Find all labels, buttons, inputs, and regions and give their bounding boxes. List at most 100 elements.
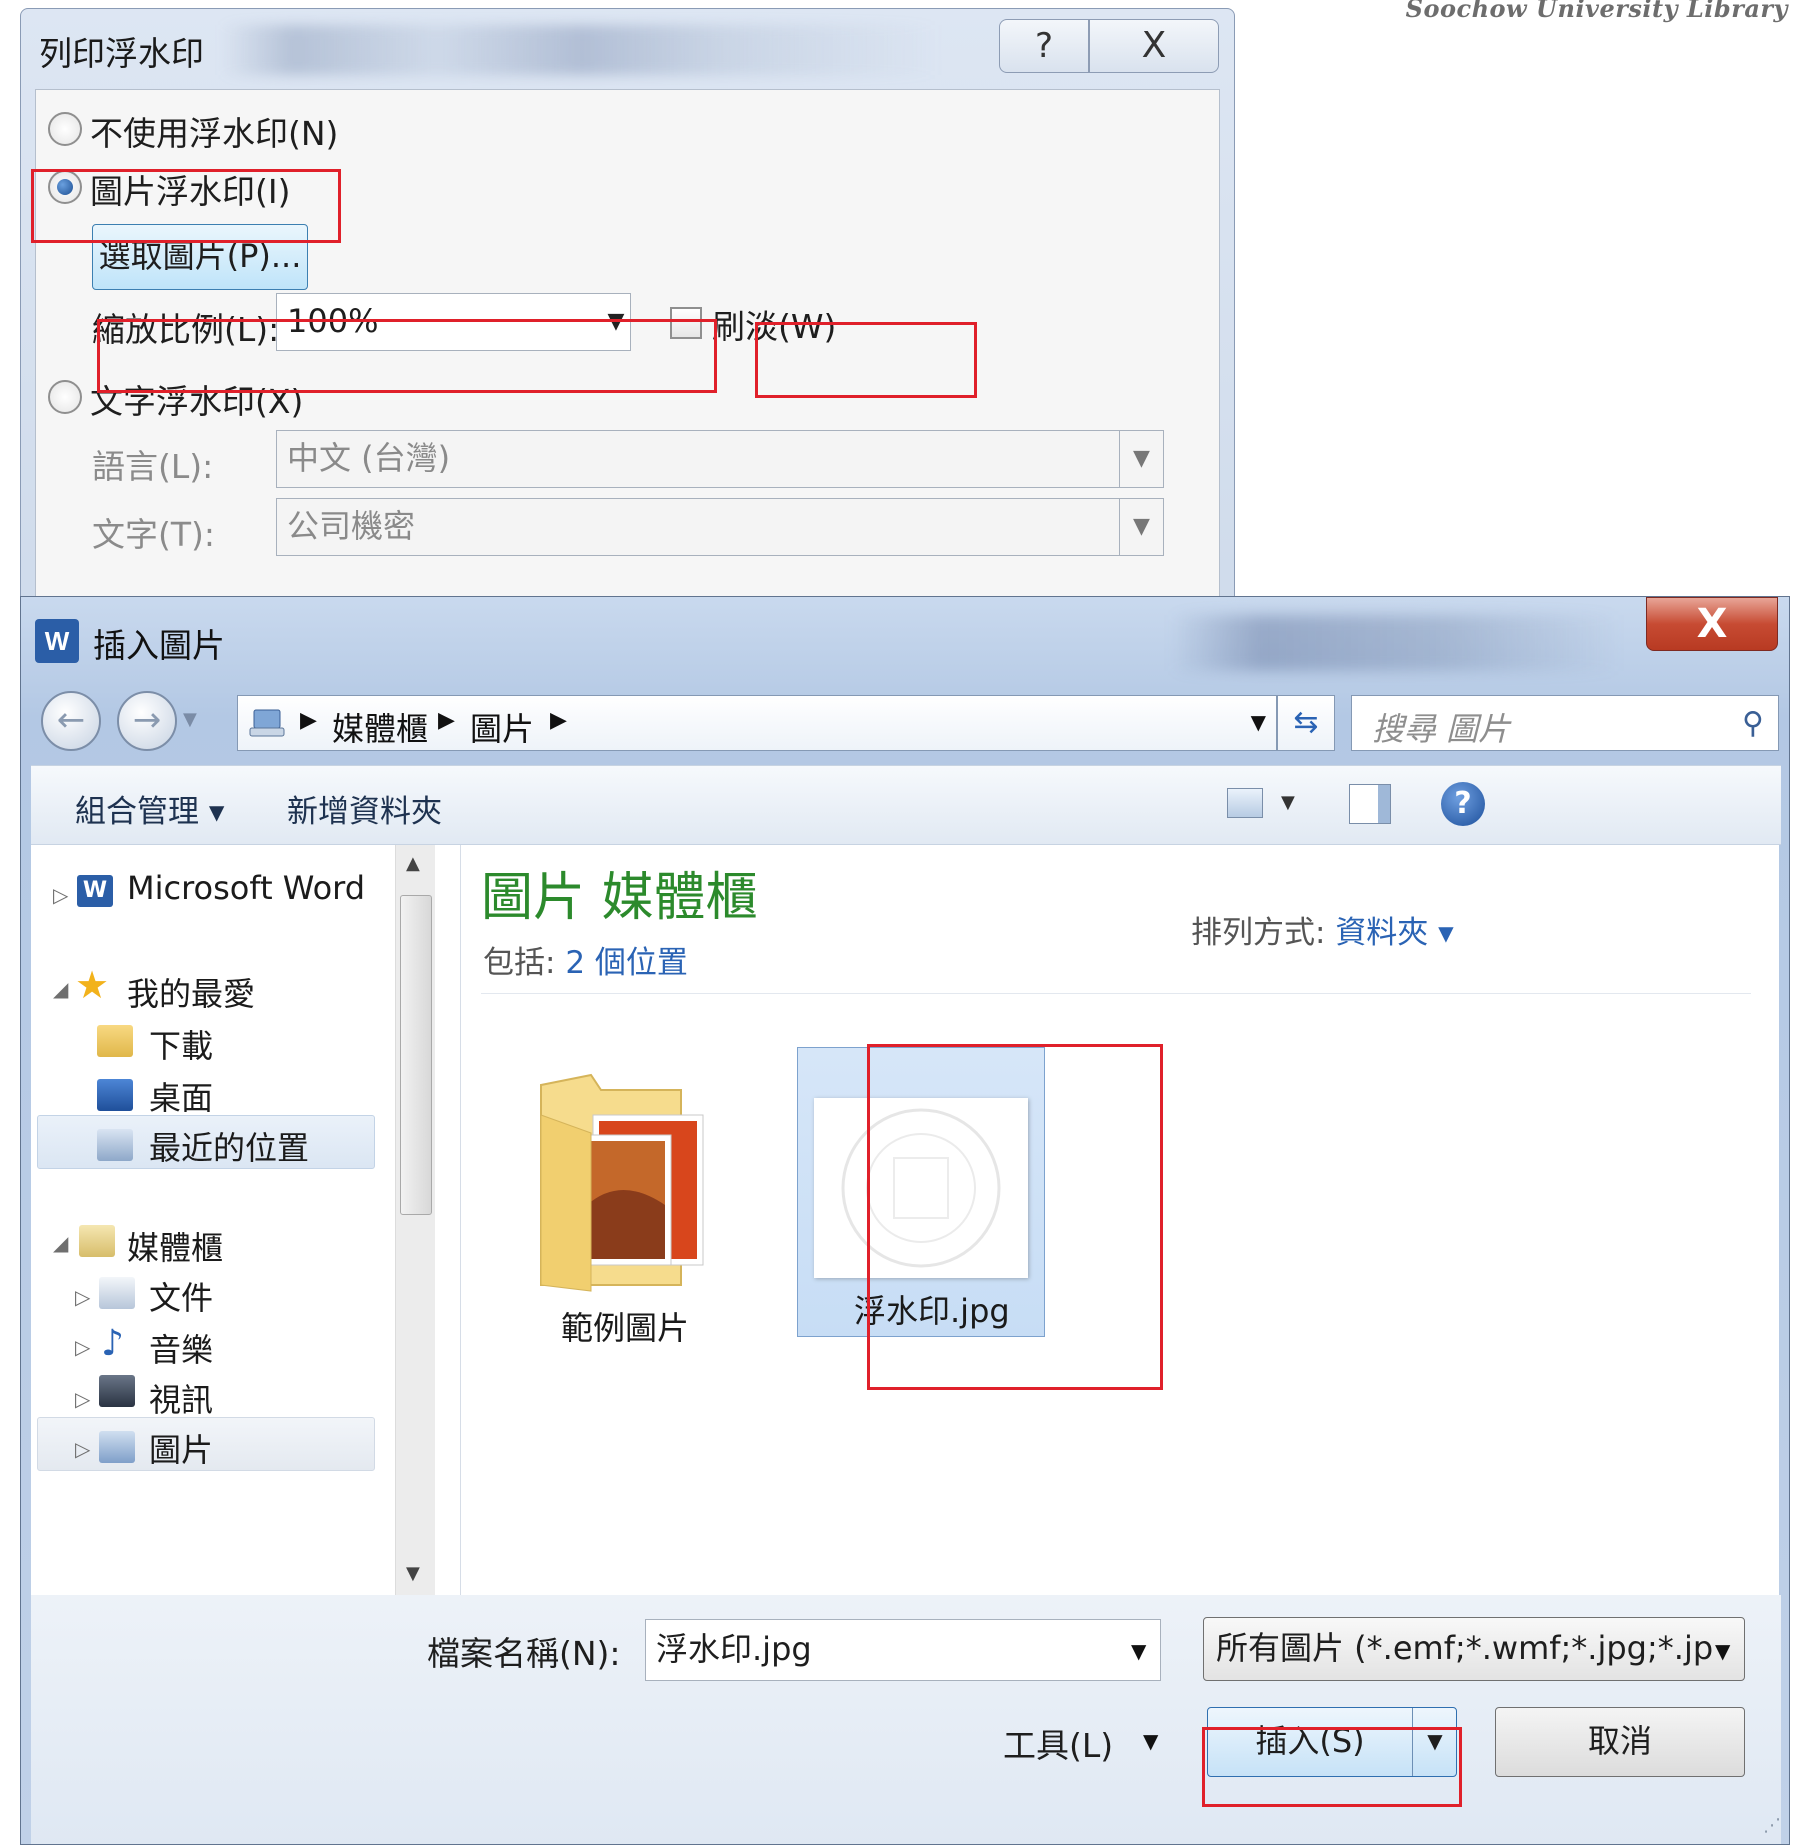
videos-icon <box>99 1375 135 1407</box>
view-icon[interactable] <box>1227 788 1263 818</box>
includes-locations-link[interactable]: 2 個位置 <box>565 945 688 981</box>
nav-item-desktop[interactable]: 桌面 <box>149 1073 213 1119</box>
breadcrumb-separator-icon: ▶ <box>438 708 455 733</box>
help-icon[interactable]: ? <box>1441 782 1485 826</box>
cancel-button[interactable]: 取消 <box>1495 1707 1745 1777</box>
filename-input[interactable]: 浮水印.jpg <box>645 1619 1161 1681</box>
filetype-select[interactable]: 所有圖片 (*.emf;*.wmf;*.jpg;*.jp <box>1203 1617 1745 1681</box>
no-watermark-radio[interactable] <box>48 112 82 146</box>
nav-item-pictures[interactable]: 圖片 <box>149 1425 213 1471</box>
search-icon[interactable]: ⚲ <box>1742 706 1764 741</box>
select-picture-button[interactable]: 選取圖片(P)... <box>92 224 308 290</box>
image-thumbnail <box>814 1098 1028 1278</box>
nav-item-libraries[interactable]: 媒體櫃 <box>127 1223 223 1269</box>
scale-dropdown-arrow[interactable]: ▼ <box>596 294 636 350</box>
blurred-title-area <box>221 25 941 75</box>
tools-dropdown-icon[interactable]: ▼ <box>1143 1729 1158 1753</box>
scroll-up-icon[interactable]: ▲ <box>406 853 420 874</box>
pictures-icon <box>99 1431 135 1463</box>
view-dropdown-icon[interactable]: ▼ <box>1281 792 1295 813</box>
forward-arrow-icon: → <box>132 700 162 740</box>
insert-button[interactable]: 插入(S) ▼ <box>1207 1707 1457 1777</box>
insert-picture-dialog: W 插入圖片 X ← → ▼ ▶ 媒體櫃 ▶ 圖片 ▶ ▼ ⇆ 搜尋 圖片 ⚲ … <box>20 596 1790 1845</box>
filename-label: 檔案名稱(N): <box>427 1634 621 1673</box>
file-list-pane: 圖片 媒體櫃 包括: 2 個位置 排列方式: 資料夾 ▾ 範例圖片 浮水印.jp… <box>461 845 1779 1595</box>
nav-item-downloads[interactable]: 下載 <box>149 1021 213 1067</box>
text-select[interactable]: 公司機密 <box>276 498 1164 556</box>
navigation-pane: ▷ W Microsoft Word ◢ ★ 我的最愛 下載 桌面 最近的位置 … <box>31 845 461 1595</box>
sort-control: 排列方式: 資料夾 ▾ <box>1191 907 1454 952</box>
breadcrumb-pictures[interactable]: 圖片 <box>470 704 534 750</box>
forward-button[interactable]: → <box>117 691 177 751</box>
text-watermark-radio[interactable] <box>48 380 82 414</box>
collapse-icon[interactable]: ◢ <box>53 977 68 1001</box>
nav-item-microsoft-word[interactable]: Microsoft Word <box>127 869 365 907</box>
close-button[interactable]: X <box>1646 597 1778 651</box>
recent-pages-dropdown[interactable]: ▼ <box>183 709 197 730</box>
filetype-dropdown-icon[interactable]: ▼ <box>1715 1639 1730 1663</box>
scroll-thumb[interactable] <box>400 895 432 1215</box>
search-box[interactable]: 搜尋 圖片 ⚲ <box>1351 695 1779 751</box>
file-item-watermark-jpg[interactable]: 浮水印.jpg <box>797 1047 1045 1337</box>
library-includes: 包括: 2 個位置 <box>483 937 688 982</box>
filename-dropdown-icon[interactable]: ▼ <box>1131 1639 1146 1663</box>
address-dropdown-icon[interactable]: ▼ <box>1251 710 1266 734</box>
collapse-icon[interactable]: ◢ <box>53 1231 68 1255</box>
insert-options-dropdown-icon[interactable]: ▼ <box>1412 1708 1457 1776</box>
dialog-footer: 檔案名稱(N): 浮水印.jpg ▼ 所有圖片 (*.emf;*.wmf;*.j… <box>31 1595 1781 1844</box>
nav-item-favorites[interactable]: 我的最愛 <box>127 969 255 1015</box>
washout-label: 刷淡(W) <box>712 307 837 346</box>
desktop-icon <box>97 1079 133 1111</box>
organize-menu[interactable]: 組合管理 ▾ <box>75 786 224 831</box>
header-divider <box>481 993 1751 994</box>
text-dropdown-arrow[interactable]: ▼ <box>1119 499 1163 555</box>
star-icon: ★ <box>75 963 110 1007</box>
expand-icon[interactable]: ▷ <box>75 1437 90 1461</box>
scroll-down-icon[interactable]: ▼ <box>406 1563 420 1584</box>
insert-dialog-title: 插入圖片 <box>93 626 225 665</box>
picture-watermark-label: 圖片浮水印(I) <box>90 172 291 211</box>
nav-item-videos[interactable]: 視訊 <box>149 1375 213 1421</box>
back-button[interactable]: ← <box>41 691 101 751</box>
print-dialog-title: 列印浮水印 <box>39 34 204 73</box>
computer-icon <box>248 706 288 740</box>
nav-item-music[interactable]: 音樂 <box>149 1325 213 1371</box>
help-button[interactable]: ? <box>999 19 1089 73</box>
language-dropdown-arrow[interactable]: ▼ <box>1119 431 1163 487</box>
word-app-icon: W <box>35 619 79 663</box>
breadcrumb-libraries[interactable]: 媒體櫃 <box>332 704 428 750</box>
sort-label: 排列方式: <box>1191 915 1326 951</box>
nav-scrollbar[interactable]: ▲ ▼ <box>395 845 435 1595</box>
search-placeholder: 搜尋 圖片 <box>1372 710 1511 748</box>
word-icon: W <box>77 875 113 907</box>
expand-icon[interactable]: ▷ <box>75 1285 90 1309</box>
expand-icon[interactable]: ▷ <box>53 883 68 907</box>
refresh-button[interactable]: ⇆ <box>1277 695 1335 751</box>
picture-watermark-radio[interactable] <box>48 170 82 204</box>
nav-item-recent[interactable]: 最近的位置 <box>149 1123 309 1169</box>
new-folder-button[interactable]: 新增資料夾 <box>287 786 442 831</box>
refresh-icon: ⇆ <box>1293 705 1319 740</box>
file-item-label: 範例圖片 <box>561 1309 690 1347</box>
tools-menu[interactable]: 工具(L) <box>1003 1719 1113 1767</box>
washout-checkbox[interactable] <box>670 307 702 339</box>
resize-grip-icon[interactable]: ⋰ <box>1763 1815 1781 1836</box>
preview-pane-icon[interactable] <box>1349 784 1391 824</box>
scale-input[interactable]: 100% <box>276 293 631 351</box>
documents-icon <box>99 1277 135 1309</box>
expand-icon[interactable]: ▷ <box>75 1387 90 1411</box>
university-seal-icon <box>841 1108 1001 1268</box>
sort-dropdown[interactable]: 資料夾 ▾ <box>1335 915 1453 951</box>
file-item-sample-pictures[interactable]: 範例圖片 <box>511 1055 761 1347</box>
back-arrow-icon: ← <box>56 700 86 740</box>
library-watermark-text: Soochow University Library <box>1405 0 1788 23</box>
address-bar[interactable]: ▶ 媒體櫃 ▶ 圖片 ▶ ▼ <box>237 695 1277 751</box>
close-button[interactable]: X <box>1089 19 1219 73</box>
includes-label: 包括: <box>483 945 556 981</box>
nav-item-documents[interactable]: 文件 <box>149 1273 213 1319</box>
text-watermark-label: 文字浮水印(X) <box>90 382 304 421</box>
folder-with-photos-icon <box>540 1073 704 1292</box>
chevron-down-icon: ▼ <box>607 309 625 334</box>
expand-icon[interactable]: ▷ <box>75 1335 90 1359</box>
language-select[interactable]: 中文 (台灣) <box>276 430 1164 488</box>
